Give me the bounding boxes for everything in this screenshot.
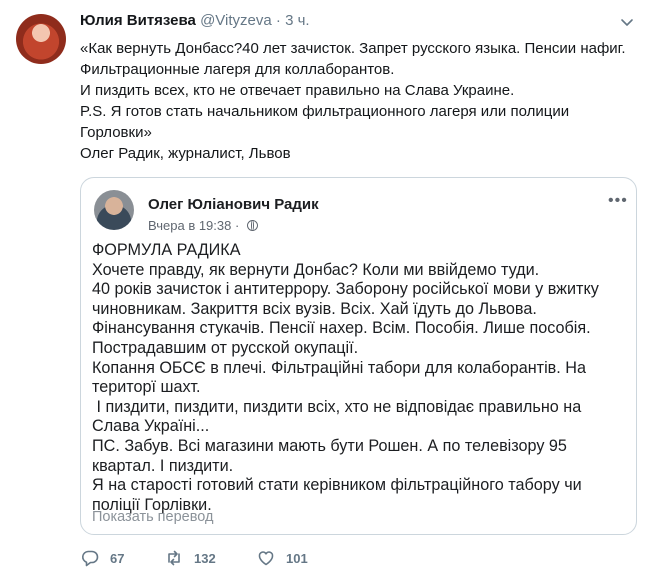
tweet-line: Олег Радик, журналист, Львов: [80, 145, 291, 162]
tweet-line: И пиздить всех, кто не отвечает правильн…: [80, 82, 515, 99]
tweet-line: Фильтрационные лагеря для коллаборантов.: [80, 61, 395, 78]
retweet-icon: [168, 550, 180, 566]
quoted-line: квартал. І пиздити.: [92, 456, 234, 475]
show-translation-link[interactable]: Показать перевод: [92, 509, 213, 525]
quoted-line: Я на старості готовий стати керівником ф…: [92, 476, 582, 495]
quoted-line: 40 років зачисток і антитеррору. Заборон…: [92, 280, 599, 299]
tweet-line: Горловки»: [80, 124, 152, 141]
quoted-line: чиновникам. Закриття всіх вузів. Всіх. Х…: [92, 299, 537, 318]
quoted-line: І пиздити, пиздити, пиздити всіх, хто не…: [92, 397, 582, 416]
tweet-time[interactable]: 3 ч.: [285, 12, 310, 29]
quoted-post-time[interactable]: Вчера в 19:38: [148, 218, 231, 233]
tweet-line: «Как вернуть Донбасс?40 лет зачисток. За…: [80, 40, 626, 57]
like-button[interactable]: 101: [256, 548, 308, 568]
tweet-line: P.S. Я готов стать начальником фильтраци…: [80, 103, 570, 120]
tweet-text: «Как вернуть Донбасс?40 лет зачисток. За…: [80, 38, 640, 164]
author-handle[interactable]: @Vityzeva: [200, 12, 272, 29]
separator-dot: ·: [235, 218, 240, 233]
more-options-icon[interactable]: •••: [608, 192, 628, 210]
author-name[interactable]: Юлия Витязева: [80, 12, 196, 29]
heart-icon: [258, 551, 274, 566]
quoted-line: ПС. Забув. Всі магазини мають бути Рошен…: [92, 436, 567, 455]
quoted-line: Фінансування стукачів. Пенсії нахер. Всі…: [92, 319, 591, 338]
quoted-author-name[interactable]: Олег Юліанович Радик: [148, 196, 319, 213]
quoted-line: Слава Україні...: [92, 417, 210, 436]
like-count: 101: [286, 550, 308, 566]
reply-count: 67: [110, 550, 125, 566]
quoted-post-text: ФОРМУЛА РАДИКА Хочете правду, як вернути…: [92, 241, 632, 515]
quoted-line: територї шахт.: [92, 378, 201, 397]
retweet-button[interactable]: 132: [164, 548, 216, 568]
quoted-post-card[interactable]: Олег Юліанович Радик Вчера в 19:38 · •••…: [80, 177, 637, 535]
globe-icon: [246, 220, 258, 231]
quoted-line: Копання ОБСЄ в плечі. Фільтраційні табор…: [92, 358, 586, 377]
reply-button[interactable]: 67: [80, 548, 124, 568]
tweet-header: Юлия Витязева @Vityzeva · 3 ч.: [80, 12, 310, 29]
author-avatar[interactable]: [16, 14, 66, 64]
reply-icon: [82, 550, 99, 567]
quoted-line: Хочете правду, як вернути Донбас? Коли м…: [92, 260, 540, 279]
retweet-count: 132: [194, 550, 216, 566]
quoted-line: Пострадавшим от русской окупації.: [92, 338, 359, 357]
quoted-line: ФОРМУЛА РАДИКА: [92, 241, 241, 259]
quoted-author-avatar[interactable]: [94, 190, 134, 230]
chevron-down-icon[interactable]: [619, 14, 635, 30]
quoted-post-meta: Вчера в 19:38 ·: [148, 218, 258, 233]
separator-dot: ·: [275, 12, 281, 29]
